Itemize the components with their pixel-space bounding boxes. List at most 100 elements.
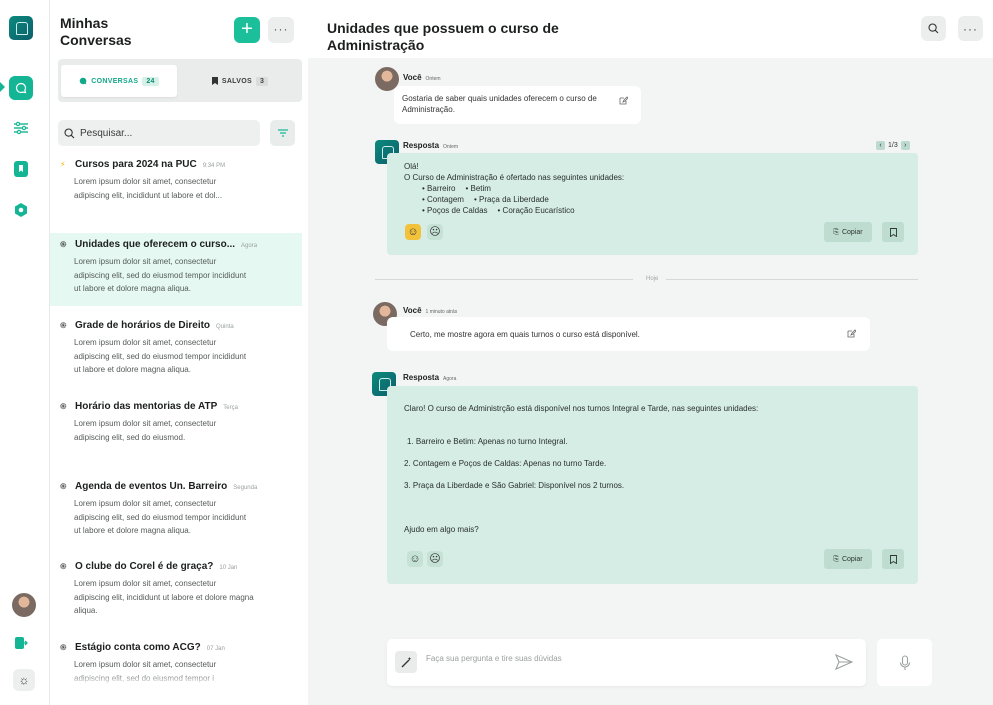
user-avatar[interactable] [12, 593, 36, 617]
unit-item: Barreiro [422, 183, 455, 194]
conversation-item[interactable]: ֍ Agenda de eventos Un. Barreiro Segunda… [50, 475, 302, 549]
tab-conversations-label: CONVERSAS [91, 77, 139, 85]
copy-label: Copiar [841, 555, 863, 563]
message-author: Você 1 minuto atrás [403, 306, 457, 315]
conversation-title: Unidades que oferecem o curso... [75, 239, 236, 250]
save-button[interactable] [882, 222, 904, 242]
tab-conversations[interactable]: CONVERSAS 24 [61, 65, 177, 97]
bookmark-icon [889, 554, 897, 564]
edit-icon[interactable] [619, 96, 628, 105]
mic-icon [899, 654, 910, 670]
search-button[interactable] [921, 16, 946, 41]
author-name: Resposta [403, 141, 440, 150]
conversation-time: Quinta [216, 324, 234, 330]
prev-answer-button[interactable]: ‹ [876, 141, 885, 150]
copy-icon: ⎘ [833, 228, 839, 236]
conversation-item[interactable]: ⚡ Cursos para 2024 na PUC 9:34 PM Lorem … [50, 153, 302, 225]
bookmark-icon[interactable] [9, 157, 33, 181]
smile-icon[interactable]: ☺ [407, 551, 423, 567]
chat-bubble-icon [80, 77, 87, 85]
tab-saved-count: 3 [255, 76, 269, 86]
copy-icon: ⎘ [833, 555, 839, 563]
unit-item: Praça da Liberdade [474, 194, 549, 205]
sliders-icon[interactable] [9, 116, 33, 140]
conversation-preview: Lorem ipsum dolor sit amet, consectetur … [74, 579, 254, 615]
answer-pager: ‹ 1/3 › [876, 141, 910, 150]
message-text: Gostaria de saber quais unidades oferece… [402, 94, 597, 114]
magic-wand-icon[interactable] [395, 651, 417, 673]
divider-label: Hoje [646, 276, 659, 282]
chat-header: Unidades que possuem o curso de Administ… [308, 0, 993, 58]
tab-saved[interactable]: SALVOS 3 [182, 65, 298, 97]
chat-icon[interactable] [9, 76, 33, 100]
pager-text: 1/3 [888, 142, 898, 149]
unit-item: Coração Eucarístico [498, 205, 575, 216]
more-options-button[interactable]: ··· [268, 17, 294, 43]
ai-icon: ֍ [60, 402, 67, 411]
message-intro: O Curso de Administração é ofertado nas … [404, 173, 625, 182]
save-button[interactable] [882, 549, 904, 569]
message-time: Agora [443, 376, 457, 382]
user-message: Certo, me mostre agora em quais turnos o… [387, 317, 870, 351]
copy-label: Copiar [841, 228, 863, 236]
send-icon[interactable] [835, 654, 853, 670]
active-indicator [0, 82, 5, 92]
filter-icon [277, 129, 288, 137]
message-line: 1. Barreiro e Betim: Apenas no turno Int… [407, 437, 568, 446]
conversation-item[interactable]: ֍ Estágio conta como ACG? 07 Jan Lorem i… [50, 636, 302, 705]
copy-button[interactable]: ⎘ Copiar [824, 549, 872, 569]
conversation-item[interactable]: ֍ O clube do Corel é de graça? 10 Jan Lo… [50, 555, 302, 629]
conversation-item[interactable]: ֍ Grade de horários de Direito Quinta Lo… [50, 314, 302, 388]
conversation-preview: Lorem ipsum dolor sit amet, consectetur … [74, 499, 247, 535]
tab-conversations-count: 24 [142, 76, 159, 86]
ai-icon: ֍ [60, 240, 67, 249]
message-line: 3. Praça da Liberdade e São Gabriel: Dis… [404, 481, 625, 490]
copy-button[interactable]: ⎘ Copiar [824, 222, 872, 242]
message-author: Resposta Ontem [403, 141, 458, 150]
conversation-time: 10 Jan [219, 565, 238, 571]
hexagon-icon[interactable] [9, 198, 33, 222]
smile-icon[interactable]: ☺ [405, 224, 421, 240]
tab-bar: CONVERSAS 24 SALVOS 3 [58, 59, 302, 102]
bookmark-small-icon [211, 77, 218, 85]
conversation-item[interactable]: ֍ Horário das mentorias de ATP Terça Lor… [50, 395, 302, 469]
sad-icon[interactable]: ☹ [427, 224, 443, 240]
bot-message: Claro! O curso de Administrção está disp… [387, 386, 918, 584]
edit-icon[interactable] [847, 329, 856, 338]
conversation-item[interactable]: ֍ Unidades que oferecem o curso... Agora… [50, 233, 302, 306]
sad-icon[interactable]: ☹ [427, 551, 443, 567]
message-time: Ontem [425, 76, 441, 82]
conversation-title: Horário das mentorias de ATP [75, 401, 218, 412]
conversation-time: 9:34 PM [202, 163, 226, 169]
author-name: Você [403, 306, 422, 315]
conversation-time: Terça [223, 405, 238, 411]
conversation-title: Agenda de eventos Un. Barreiro [75, 481, 228, 492]
search-input[interactable] [80, 127, 250, 139]
new-conversation-button[interactable]: + [234, 17, 260, 43]
theme-icon[interactable]: ☼ [13, 669, 35, 691]
search-icon [64, 127, 75, 138]
panel-title: Minhas Conversas [60, 15, 132, 48]
lightning-icon: ⚡ [60, 160, 66, 169]
message-greeting: Olá! [404, 162, 419, 171]
message-author: Resposta Agora [403, 373, 456, 382]
message-time: 1 minuto atrás [425, 309, 458, 315]
unit-item: Contagem [422, 194, 464, 205]
bot-message: Olá! O Curso de Administração é ofertado… [387, 153, 918, 255]
chat-more-button[interactable]: ··· [958, 16, 983, 41]
app-logo-icon[interactable] [9, 16, 33, 40]
conversation-preview: Lorem ipsum dolor sit amet, consectetur … [74, 257, 247, 293]
ai-icon: ֍ [60, 321, 67, 330]
next-answer-button[interactable]: › [900, 141, 910, 150]
filter-button[interactable] [270, 120, 295, 146]
mic-button[interactable] [877, 639, 932, 686]
message-input[interactable] [426, 654, 806, 663]
message-composer [387, 639, 866, 686]
divider-line [666, 279, 918, 280]
conversation-preview: Lorem ipsum dolor sit amet, consectetur … [74, 177, 223, 200]
ai-icon: ֍ [60, 643, 67, 652]
conversation-title: O clube do Corel é de graça? [75, 561, 214, 572]
conversations-panel: Minhas Conversas + ··· CONVERSAS 24 SALV… [50, 0, 308, 705]
logout-icon[interactable] [9, 631, 33, 655]
conversation-title: Cursos para 2024 na PUC [75, 159, 197, 170]
